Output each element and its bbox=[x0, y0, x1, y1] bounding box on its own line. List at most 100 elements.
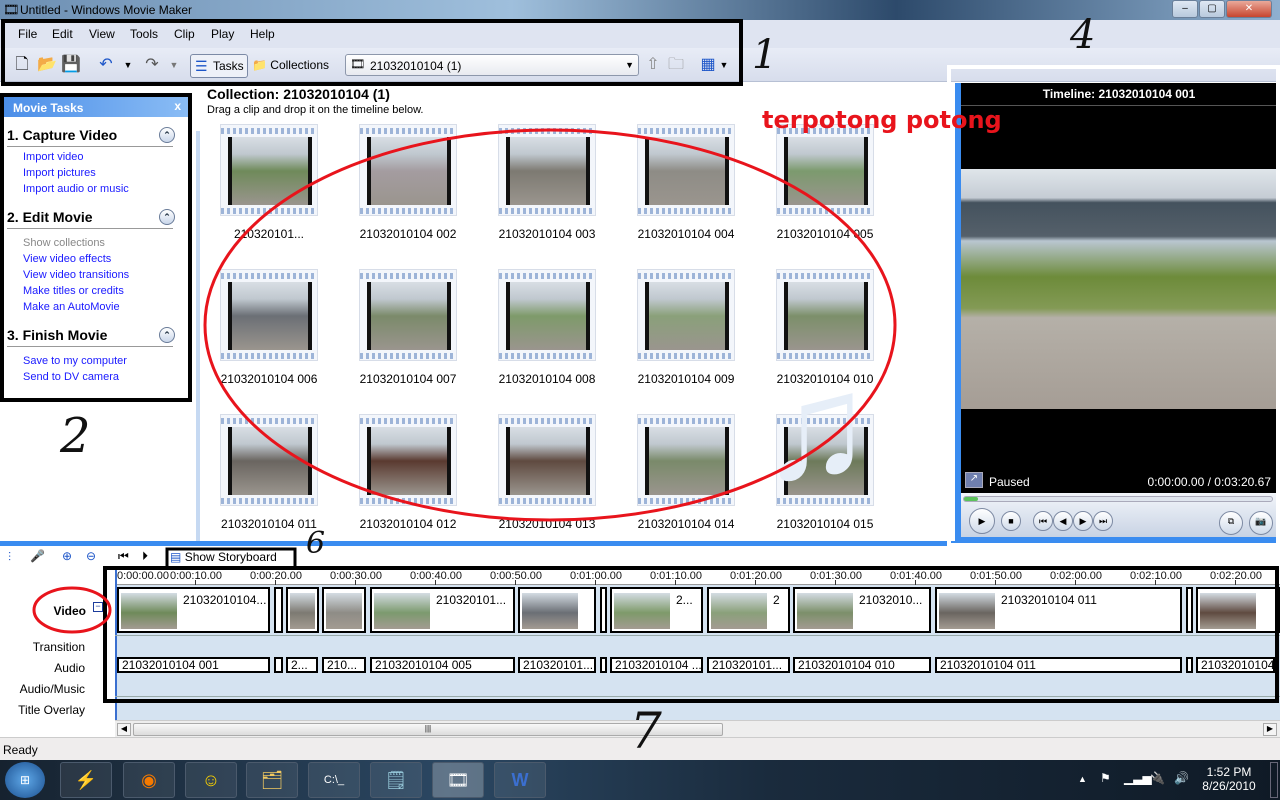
redo-dropdown-icon[interactable]: ▼ bbox=[164, 56, 184, 76]
audio-clip[interactable]: 21032010104 bbox=[1196, 657, 1275, 673]
menu-view[interactable]: View bbox=[89, 27, 115, 41]
open-project-icon[interactable]: 📂 bbox=[37, 56, 57, 76]
take-picture-button[interactable]: 📷 bbox=[1249, 511, 1273, 535]
audio-clip[interactable]: 21032010104 ... bbox=[610, 657, 703, 673]
clip-thumbnail[interactable] bbox=[359, 269, 457, 361]
track-label-video[interactable]: Video bbox=[0, 604, 86, 618]
menu-play[interactable]: Play bbox=[211, 27, 234, 41]
video-clip[interactable]: 21032010104 011 bbox=[935, 587, 1182, 633]
chevron-up-icon[interactable]: ⌃ bbox=[159, 209, 175, 225]
task-link[interactable]: Make titles or credits bbox=[23, 285, 124, 297]
track-label-audio[interactable]: Audio bbox=[0, 661, 85, 675]
clip-thumbnail[interactable] bbox=[359, 124, 457, 216]
chevron-up-icon[interactable]: ⌃ bbox=[159, 327, 175, 343]
audio-clip[interactable]: 210... bbox=[322, 657, 366, 673]
yahoo-messenger-taskbar-icon[interactable]: ☺ bbox=[185, 762, 237, 798]
timeline[interactable]: 0:00:00.00 0:00:10.00 0:00:20.00 0:00:30.00… bbox=[115, 568, 1280, 720]
video-clip[interactable] bbox=[600, 587, 607, 633]
tasks-button[interactable]: ☰ Tasks bbox=[190, 54, 248, 78]
clip-thumbnail[interactable] bbox=[498, 269, 596, 361]
stop-button[interactable]: ■ bbox=[1001, 511, 1021, 531]
audio-clip[interactable]: 2... bbox=[286, 657, 318, 673]
views-dropdown-icon[interactable]: ▼ bbox=[714, 56, 734, 76]
menu-edit[interactable]: Edit bbox=[52, 27, 73, 41]
clip-label[interactable]: 21032010104 004 bbox=[616, 227, 756, 241]
clip-label[interactable]: 21032010104 008 bbox=[477, 372, 617, 386]
menu-file[interactable]: File bbox=[18, 27, 37, 41]
forward-button[interactable]: ⏭ bbox=[1093, 511, 1113, 531]
track-label-audio-music[interactable]: Audio/Music bbox=[0, 682, 85, 696]
collection-select[interactable]: 🎞 21032010104 (1) ▼ bbox=[345, 54, 639, 76]
video-clip[interactable] bbox=[274, 587, 283, 633]
video-clip[interactable] bbox=[286, 587, 319, 633]
task-link[interactable]: Send to DV camera bbox=[23, 371, 119, 383]
network-signal-icon[interactable]: ▁▃▅ bbox=[1124, 771, 1152, 785]
seek-bar[interactable] bbox=[963, 496, 1273, 502]
clip-label[interactable]: 21032010104 006 bbox=[199, 372, 339, 386]
redo-icon[interactable]: ↷ bbox=[142, 56, 162, 76]
video-clip[interactable] bbox=[518, 587, 596, 633]
back-button[interactable]: ⏮ bbox=[1033, 511, 1053, 531]
collapse-track-icon[interactable]: − bbox=[93, 602, 103, 612]
maximize-button[interactable]: ▢ bbox=[1199, 0, 1225, 18]
clip-thumbnail[interactable] bbox=[498, 414, 596, 506]
track-label-transition[interactable]: Transition bbox=[0, 640, 85, 654]
undo-dropdown-icon[interactable]: ▼ bbox=[118, 56, 138, 76]
audio-clip[interactable]: 21032010104 010 bbox=[793, 657, 931, 673]
video-clip[interactable] bbox=[1186, 587, 1193, 633]
task-link[interactable]: Make an AutoMovie bbox=[23, 301, 120, 313]
clip-thumbnail[interactable] bbox=[220, 124, 318, 216]
volume-icon[interactable]: 🔊 bbox=[1174, 771, 1189, 785]
menu-help[interactable]: Help bbox=[250, 27, 275, 41]
task-link[interactable]: Save to my computer bbox=[23, 355, 127, 367]
clip-label[interactable]: 21032010104 012 bbox=[338, 517, 478, 531]
clip-label[interactable]: 21032010104 014 bbox=[616, 517, 756, 531]
clip-label[interactable]: 21032010104 013 bbox=[477, 517, 617, 531]
scroll-left-button[interactable]: ◀ bbox=[117, 723, 131, 736]
close-icon[interactable]: x bbox=[174, 99, 181, 113]
clip-label[interactable]: 21032010104 015 bbox=[755, 517, 895, 531]
clip-label[interactable]: 21032010104 007 bbox=[338, 372, 478, 386]
next-frame-button[interactable]: ▶ bbox=[1073, 511, 1093, 531]
zoom-in-icon[interactable]: ⊕ bbox=[62, 549, 72, 563]
video-clip[interactable]: 210320101... bbox=[370, 587, 515, 633]
command-prompt-taskbar-icon[interactable]: C:\_ bbox=[308, 762, 360, 798]
up-one-level-icon[interactable]: ⇧ bbox=[643, 56, 663, 76]
audio-clip[interactable] bbox=[600, 657, 607, 673]
clip-thumbnail[interactable] bbox=[498, 124, 596, 216]
set-audio-levels-icon[interactable]: ⫶ bbox=[8, 550, 11, 565]
show-storyboard-button[interactable]: ▤ Show Storyboard bbox=[170, 550, 277, 564]
clip-label[interactable]: 21032010104 002 bbox=[338, 227, 478, 241]
video-clip[interactable] bbox=[322, 587, 366, 633]
video-clip[interactable]: 2... bbox=[610, 587, 703, 633]
seek-thumb[interactable] bbox=[964, 497, 978, 501]
close-button[interactable]: ✕ bbox=[1226, 0, 1272, 18]
clip-thumbnail[interactable] bbox=[637, 269, 735, 361]
minimize-button[interactable]: – bbox=[1172, 0, 1198, 18]
timeline-scrollbar[interactable]: ◀ ||| ▶ bbox=[115, 720, 1280, 737]
explorer-taskbar-icon[interactable]: 🗂 bbox=[246, 762, 298, 798]
previous-frame-button[interactable]: ◀ bbox=[1053, 511, 1073, 531]
fullscreen-icon[interactable]: ↗ bbox=[965, 472, 983, 488]
scroll-right-button[interactable]: ▶ bbox=[1263, 723, 1277, 736]
power-icon[interactable]: 🔌 bbox=[1150, 771, 1165, 785]
task-link[interactable]: Import video bbox=[23, 151, 84, 163]
zoom-out-icon[interactable]: ⊖ bbox=[86, 549, 96, 563]
clip-label[interactable]: 21032010104 009 bbox=[616, 372, 756, 386]
firefox-taskbar-icon[interactable]: ◉ bbox=[123, 762, 175, 798]
audio-clip[interactable]: 210320101... bbox=[518, 657, 596, 673]
new-project-icon[interactable]: 🗋 bbox=[12, 56, 32, 76]
task-section-header[interactable]: 3. Finish Movie ⌃ bbox=[7, 327, 175, 347]
split-clip-button[interactable]: ⧉ bbox=[1219, 511, 1243, 535]
clip-thumbnail[interactable] bbox=[220, 414, 318, 506]
collections-button[interactable]: 📁 Collections bbox=[252, 58, 329, 72]
narrate-timeline-icon[interactable]: 🎤 bbox=[30, 549, 45, 563]
timeline-ruler[interactable]: 0:00:00.00 0:00:10.00 0:00:20.00 0:00:30.00… bbox=[115, 568, 1280, 585]
winamp-taskbar-icon[interactable]: ⚡ bbox=[60, 762, 112, 798]
menu-clip[interactable]: Clip bbox=[174, 27, 195, 41]
chevron-up-icon[interactable]: ⌃ bbox=[159, 127, 175, 143]
play-timeline-icon[interactable]: ⏵ bbox=[142, 549, 148, 564]
task-link[interactable]: Import pictures bbox=[23, 167, 96, 179]
splitter[interactable] bbox=[196, 131, 200, 541]
menu-tools[interactable]: Tools bbox=[130, 27, 158, 41]
